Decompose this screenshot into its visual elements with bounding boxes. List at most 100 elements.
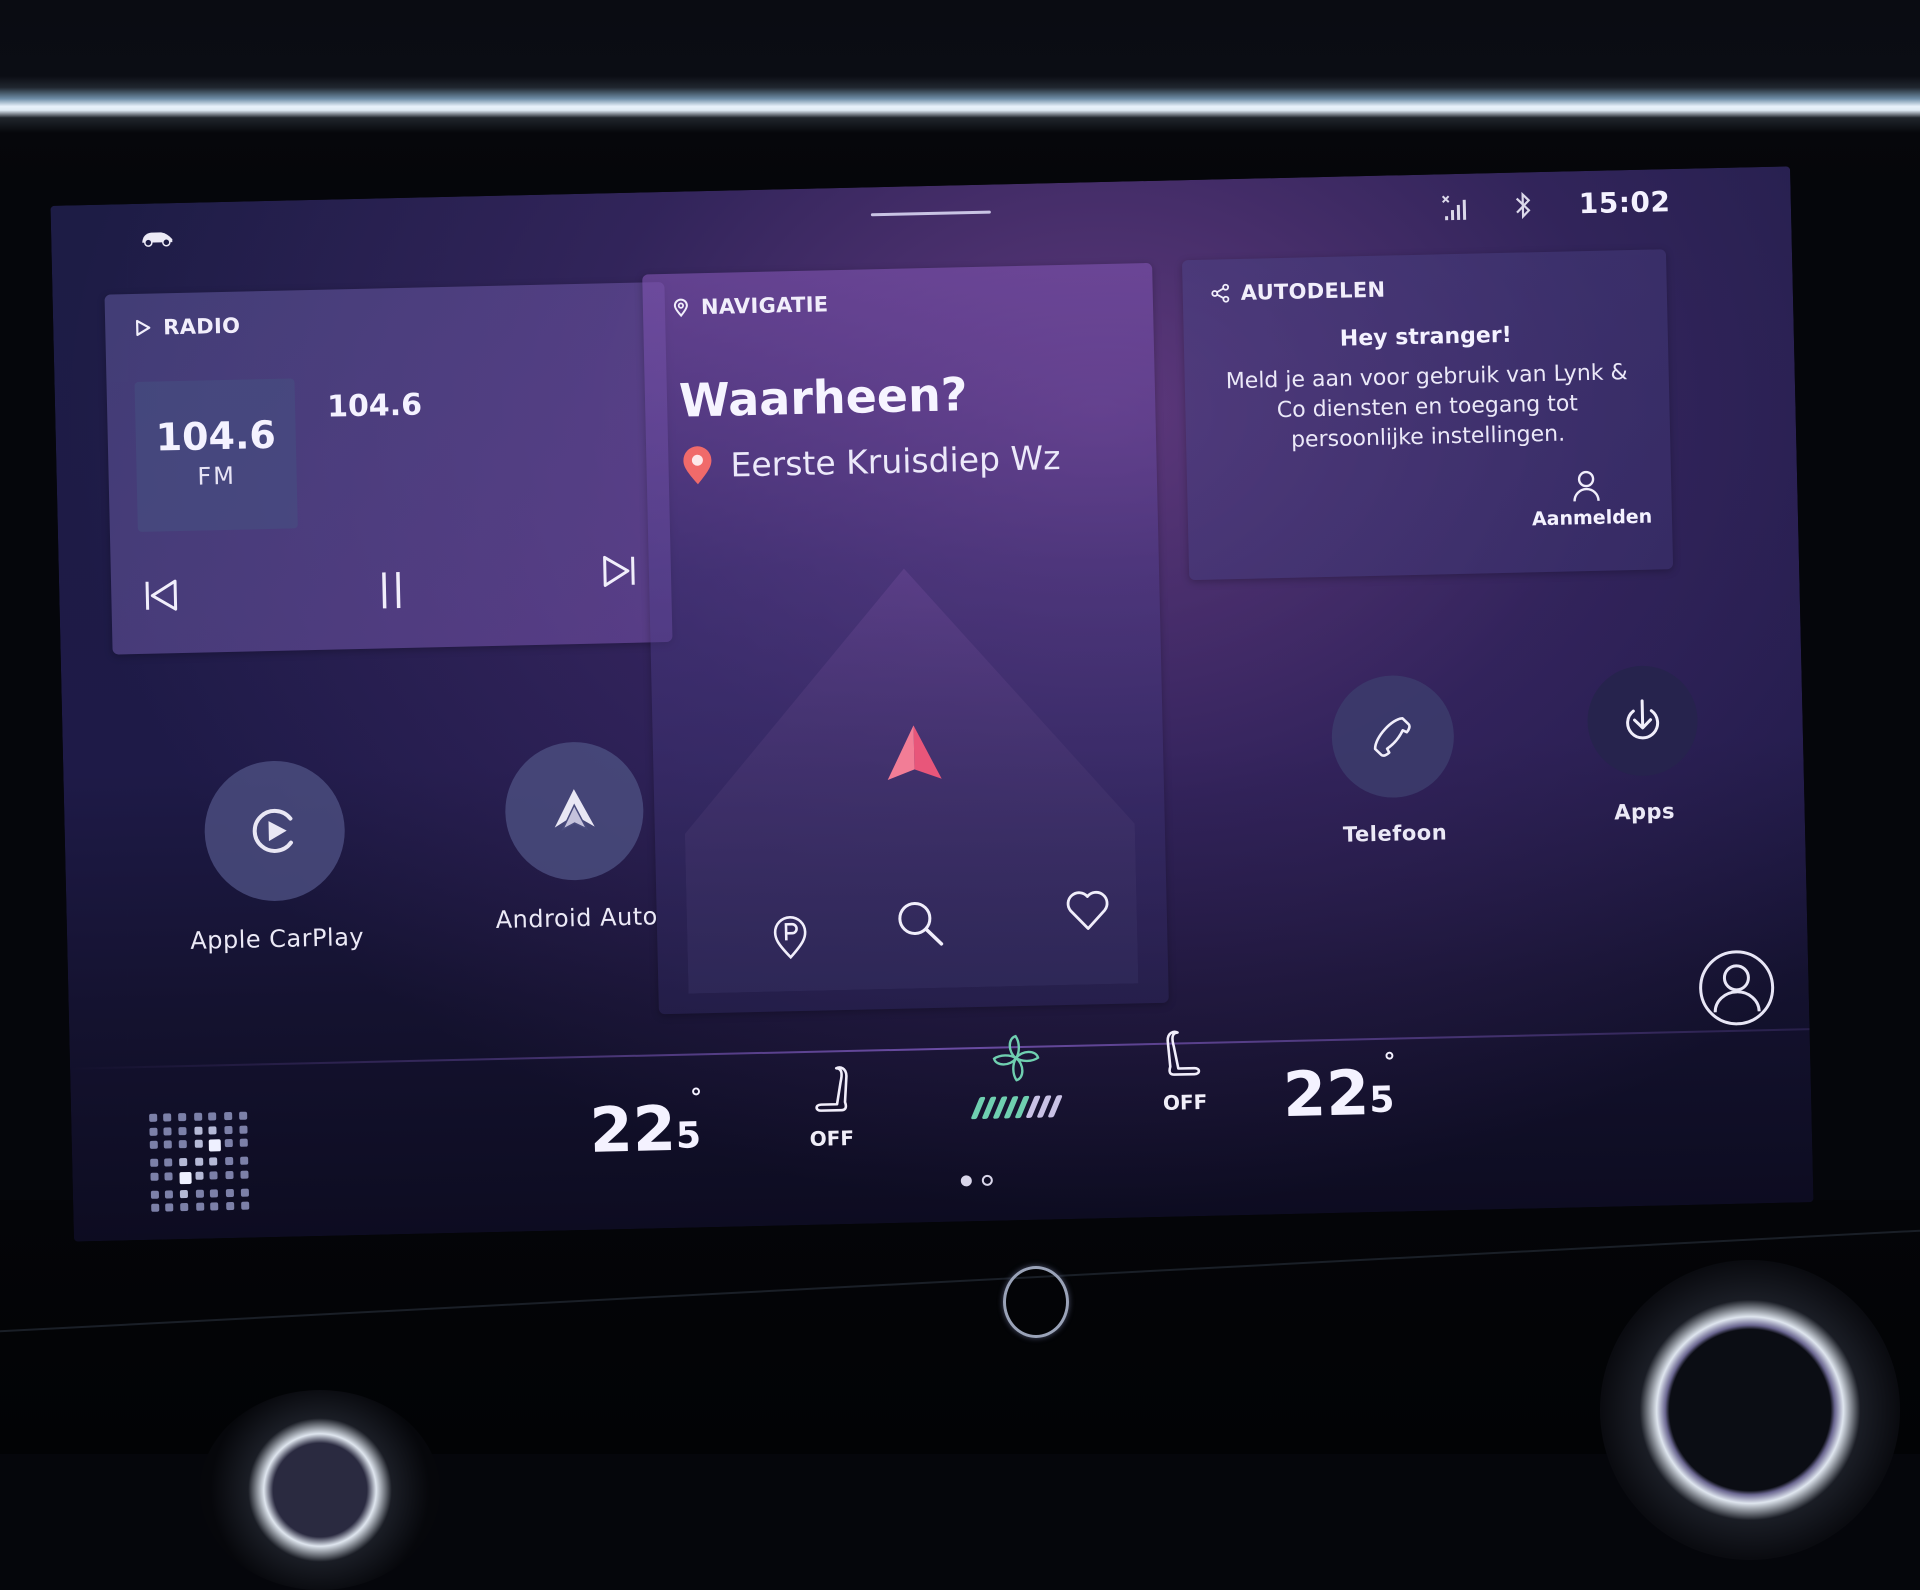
carplay-icon [252, 808, 293, 853]
grid-dot [195, 1189, 204, 1198]
grid-dot [178, 1158, 188, 1167]
phone-button[interactable]: Telefoon [1311, 674, 1475, 848]
next-icon [603, 555, 635, 587]
phone-icon [1373, 717, 1411, 757]
apps-label: Apps [1613, 799, 1676, 825]
previous-button[interactable] [139, 573, 184, 618]
seat-icon [815, 1066, 848, 1112]
infotainment-screen: 15:02 RADIO 104.6 FM 104.6 NAVIGATIE Waa… [50, 166, 1814, 1242]
heart-icon [1066, 890, 1109, 930]
right-climate-knob[interactable] [1600, 1260, 1900, 1560]
phone-circle [1330, 674, 1456, 799]
grid-dot [149, 1127, 158, 1136]
grid-dot [165, 1189, 174, 1199]
dashboard-trim-top [0, 0, 1920, 190]
now-playing-frequency: 104.6 [326, 387, 423, 425]
passenger-seat-status: OFF [1162, 1089, 1208, 1115]
driver-temp-decimal: 5 [675, 1115, 702, 1157]
pause-button[interactable] [369, 568, 414, 613]
radio-card-title: RADIO [133, 314, 241, 340]
search-button[interactable] [894, 898, 945, 949]
apps-button[interactable]: Apps [1571, 664, 1715, 825]
apple-carplay-button[interactable]: Apple CarPlay [173, 759, 377, 955]
recent-destination[interactable]: Eerste Kruisdiep Wz [680, 437, 1061, 486]
passenger-temperature[interactable]: 225 ° [1282, 1048, 1396, 1132]
grid-dot [165, 1203, 174, 1212]
app-grid-button[interactable] [149, 1111, 251, 1214]
grid-dot [179, 1171, 192, 1185]
where-to-heading[interactable]: Waarheen? [678, 367, 968, 428]
physical-home-button[interactable] [1003, 1266, 1069, 1338]
car-status-icon[interactable] [139, 227, 175, 248]
navigation-toolbar [656, 883, 1168, 975]
android-auto-label: Android Auto [495, 902, 659, 934]
phone-label: Telefoon [1342, 820, 1448, 847]
grid-dot [224, 1125, 233, 1134]
sign-in-button[interactable]: Aanmelden [1531, 468, 1653, 531]
drag-handle[interactable] [870, 210, 991, 217]
clock: 15:02 [1578, 185, 1671, 221]
car-sharing-card[interactable]: AUTODELEN Hey stranger! Meld je aan voor… [1181, 249, 1674, 581]
grid-dot [224, 1139, 234, 1148]
grid-dot [194, 1157, 204, 1166]
station-frequency: 104.6 [155, 412, 277, 460]
grid-dot [164, 1158, 173, 1167]
apps-circle [1586, 664, 1699, 778]
grid-dot [240, 1170, 249, 1179]
grid-dot [150, 1172, 159, 1181]
apple-carplay-label: Apple CarPlay [189, 922, 365, 955]
grid-dot [239, 1139, 248, 1148]
next-button[interactable] [596, 549, 641, 594]
navigation-title-label: NAVIGATIE [700, 292, 829, 320]
grid-dot [209, 1171, 218, 1180]
car-sharing-card-title: AUTODELEN [1210, 278, 1386, 306]
grid-dot [238, 1111, 247, 1120]
station-tile[interactable]: 104.6 FM [134, 378, 298, 532]
passenger-temp-whole: 22 [1282, 1056, 1371, 1132]
apple-carplay-circle [203, 759, 347, 903]
grid-dot [210, 1188, 219, 1198]
grid-dot [149, 1113, 158, 1122]
android-auto-circle [503, 740, 645, 882]
grid-dot [195, 1202, 205, 1212]
sign-in-label: Aanmelden [1531, 505, 1653, 531]
grid-dot [164, 1172, 173, 1181]
radio-card[interactable]: RADIO 104.6 FM 104.6 [104, 281, 673, 655]
grid-dot [208, 1126, 217, 1135]
fan-speed-control[interactable] [970, 1031, 1063, 1120]
grid-dot [164, 1140, 173, 1149]
download-icon [1626, 699, 1660, 740]
android-auto-button[interactable]: Android Auto [473, 740, 677, 934]
parking-button[interactable] [765, 911, 816, 962]
grid-dot [225, 1170, 234, 1179]
page-dot-2[interactable] [981, 1174, 993, 1186]
driver-seat-status: OFF [809, 1125, 855, 1151]
passenger-temp-unit: ° [1383, 1047, 1396, 1076]
page-dot-1[interactable] [960, 1175, 972, 1187]
driver-seat-heating[interactable]: OFF [806, 1064, 856, 1151]
navigation-card-title: NAVIGATIE [671, 292, 829, 320]
navigation-arrow-icon [887, 725, 942, 781]
grid-dot [151, 1203, 160, 1213]
passenger-seat-heating[interactable]: OFF [1159, 1028, 1209, 1115]
climate-divider [70, 1028, 1810, 1070]
profile-button[interactable] [1696, 947, 1778, 1029]
favorites-button[interactable] [1062, 884, 1113, 935]
grid-dot [238, 1125, 248, 1134]
left-climate-knob[interactable] [200, 1390, 440, 1590]
driver-temperature[interactable]: 225 ° [588, 1083, 703, 1167]
driver-temp-whole: 22 [588, 1091, 677, 1167]
sign-in-message: Meld je aan voor gebruik van Lynk & Co d… [1225, 360, 1628, 453]
grid-dot [225, 1157, 234, 1166]
grid-dot [177, 1113, 187, 1122]
profile-icon [1699, 950, 1775, 1026]
fan-icon [992, 1034, 1039, 1082]
passenger-temp-decimal: 5 [1368, 1079, 1395, 1122]
grid-dot [209, 1157, 218, 1166]
search-icon [898, 901, 944, 946]
grid-dot [208, 1112, 217, 1121]
grid-dot [239, 1156, 248, 1165]
navigation-card[interactable]: NAVIGATIE Waarheen? Eerste Kruisdiep Wz [642, 262, 1169, 1015]
previous-icon [145, 579, 178, 611]
grid-dot [240, 1188, 249, 1197]
